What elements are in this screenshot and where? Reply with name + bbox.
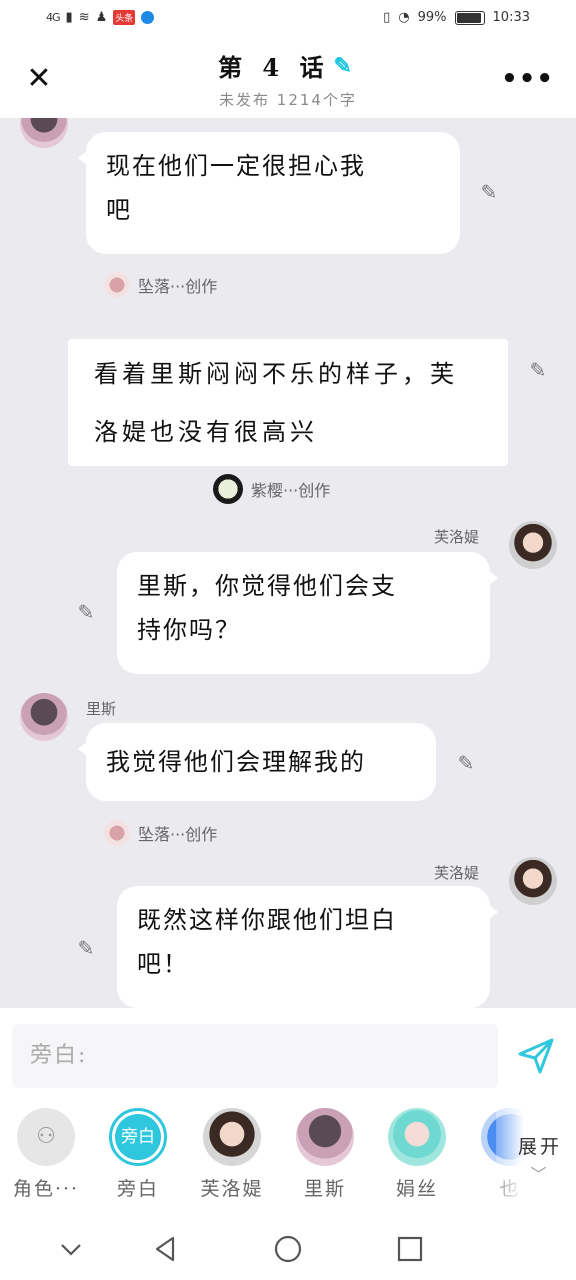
chapter-title-row: 第 4 话 ✎	[218, 48, 358, 83]
message-bubble[interactable]: 既然这样你跟他们坦白 吧！	[117, 886, 498, 1008]
edit-message-icon[interactable]: ✎	[454, 751, 478, 775]
role-lisi[interactable]: 里斯	[287, 1108, 363, 1201]
more-icon[interactable]: •••	[501, 64, 554, 94]
role-name: 角色···	[12, 1178, 80, 1200]
chevron-down-icon: ﹀	[530, 1165, 550, 1184]
avatar-lisi[interactable]	[20, 693, 68, 741]
narration-text: 洛媞也没有很高兴	[94, 418, 318, 446]
hide-keyboard-icon[interactable]	[56, 1234, 86, 1264]
edit-title-icon[interactable]: ✎	[333, 53, 357, 79]
signal-icon: ▮	[65, 10, 73, 25]
narration-badge: 旁白	[115, 1114, 161, 1160]
creator-credit[interactable]: 坠落···创作	[104, 272, 217, 298]
edit-message-icon[interactable]: ✎	[74, 936, 98, 960]
clock: 10:33	[492, 10, 530, 25]
role-name: 旁白	[116, 1178, 159, 1200]
battery-percent: 99%	[417, 10, 447, 25]
message-text: 吧	[106, 196, 132, 224]
role-manage[interactable]: ⚇ 角色···	[8, 1108, 84, 1201]
role-avatar	[388, 1108, 446, 1166]
creator-avatar	[213, 474, 243, 504]
signal-label: 4G	[46, 11, 60, 24]
manage-roles-icon: ⚇	[17, 1108, 75, 1166]
edit-message-icon[interactable]: ✎	[477, 180, 501, 204]
avatar-lisi[interactable]	[20, 118, 68, 148]
expand-label: 展开	[517, 1136, 562, 1158]
recents-icon[interactable]	[395, 1234, 425, 1264]
status-bar: 4G ▮ ≋ ♟ 头条 ▯ ◔ 99% 10:33	[0, 0, 576, 40]
role-juansi[interactable]: 娟丝	[379, 1108, 455, 1201]
top-header: ✕ 第 4 话 ✎ 未发布 1214个字 •••	[0, 40, 576, 118]
chat-area: 现在他们一定很担心我 吧 ✎ 坠落···创作 看着里斯闷闷不乐的样子，芙 洛媞也…	[0, 118, 576, 1008]
role-name: 娟丝	[395, 1178, 438, 1200]
message-bubble[interactable]: 我觉得他们会理解我的	[78, 723, 436, 801]
creator-credit[interactable]: 紫樱···创作	[213, 474, 330, 504]
narration-avatar: 旁白	[109, 1108, 167, 1166]
qq-icon: ♟	[95, 10, 108, 25]
role-avatar	[296, 1108, 354, 1166]
system-nav-bar	[0, 1216, 576, 1280]
speaker-name: 芙洛媞	[434, 528, 480, 546]
speaker-name: 里斯	[86, 700, 117, 718]
creator-label: 紫樱···创作	[251, 481, 331, 500]
message-text: 持你吗？	[137, 616, 241, 644]
message-text: 既然这样你跟他们坦白	[137, 906, 397, 934]
role-fuluo[interactable]: 芙洛媞	[194, 1108, 270, 1201]
creator-credit[interactable]: 坠落···创作	[104, 820, 217, 846]
message-text: 现在他们一定很担心我	[106, 152, 366, 180]
home-icon[interactable]	[273, 1234, 303, 1264]
composer	[0, 1008, 576, 1100]
creator-label: 坠落···创作	[138, 825, 218, 844]
app-badge: 头条	[113, 10, 136, 25]
speaker-name: 芙洛媞	[434, 864, 480, 882]
role-narration[interactable]: 旁白 旁白	[100, 1108, 176, 1201]
role-avatar	[203, 1108, 261, 1166]
message-bubble[interactable]: 现在他们一定很担心我 吧	[78, 132, 460, 254]
narration-text: 看着里斯闷闷不乐的样子，芙	[94, 360, 458, 388]
battery-icon	[454, 10, 485, 25]
creator-label: 坠落···创作	[138, 277, 218, 296]
message-input[interactable]	[12, 1024, 498, 1088]
avatar-fuluo[interactable]	[509, 857, 557, 905]
wifi-icon: ≋	[78, 10, 90, 25]
message-text: 里斯，你觉得他们会支	[137, 572, 397, 600]
edit-message-icon[interactable]: ✎	[74, 600, 98, 624]
role-name: 芙洛媞	[200, 1178, 264, 1200]
chapter-subtitle: 未发布 1214个字	[219, 91, 357, 109]
creator-avatar	[104, 272, 130, 298]
chapter-title: 第 4 话	[218, 53, 330, 82]
role-selector: ⚇ 角色··· 旁白 旁白 芙洛媞 里斯 娟丝 也 展开 ﹀	[0, 1100, 576, 1216]
speed-icon: ◔	[398, 10, 410, 25]
send-icon[interactable]	[514, 1034, 558, 1078]
browser-icon	[141, 11, 155, 24]
message-text: 吧！	[137, 950, 189, 978]
message-text: 我觉得他们会理解我的	[106, 748, 366, 776]
narration-block[interactable]: 看着里斯闷闷不乐的样子，芙 洛媞也没有很高兴	[68, 339, 508, 466]
expand-button[interactable]: 展开 ﹀	[518, 1132, 562, 1185]
creator-avatar	[104, 820, 130, 846]
avatar-fuluo[interactable]	[509, 521, 557, 569]
back-icon[interactable]	[150, 1234, 180, 1264]
role-name: 里斯	[303, 1178, 346, 1200]
message-bubble[interactable]: 里斯，你觉得他们会支 持你吗？	[117, 552, 498, 674]
edit-message-icon[interactable]: ✎	[526, 358, 550, 382]
vibrate-icon: ▯	[383, 10, 391, 25]
